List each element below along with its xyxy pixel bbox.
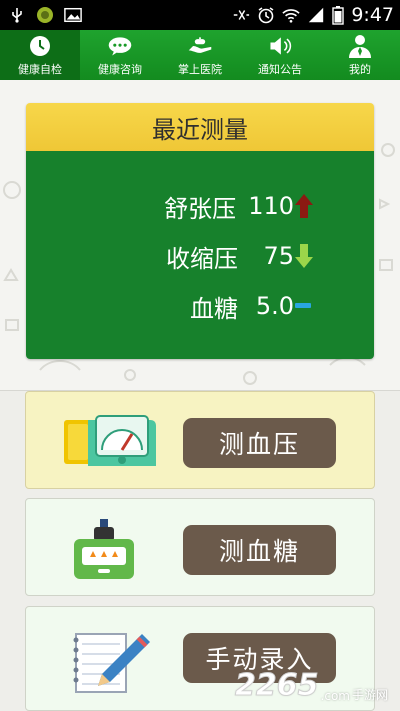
measure-blood-sugar-button[interactable]: 测血糖 [183,525,336,575]
bottom-tab-bar: 健康自检 健康咨询 掌上医院 通知公告 我的 [0,30,400,80]
recent-measurement-body: 舒张压 110 收缩压 75 血糖 5.0 [26,151,374,359]
tab-mobile-hospital[interactable]: 掌上医院 [160,30,240,80]
image-icon [64,7,82,23]
notepad-pencil-icon [73,633,150,693]
app-icon [37,7,53,23]
tab-mine[interactable]: 我的 [320,30,400,80]
speaker-icon [270,36,292,55]
blood-sugar-value: 5.0 [255,292,294,320]
trend-flat-icon [295,303,311,308]
blood-pressure-monitor-icon [64,415,156,466]
blood-sugar-label: 血糖 [190,294,238,323]
glucose-meter-icon [74,519,134,579]
measure-blood-sugar-card[interactable]: 测血糖 [25,498,375,596]
tab-label: 健康自检 [18,62,62,76]
trend-up-icon [295,194,313,218]
blood-sugar-row: 血糖 5.0 [190,289,294,323]
tab-label: 通知公告 [258,62,302,76]
battery-icon [332,6,345,25]
trend-down-icon [295,244,313,268]
hand-pill-icon [188,36,212,53]
diastolic-value: 110 [248,192,294,220]
systolic-value: 75 [263,242,294,270]
person-icon [349,34,371,58]
tab-notice[interactable]: 通知公告 [240,30,320,80]
watermark-text: 手游网 [351,688,388,702]
signal-icon [309,7,324,23]
wifi-icon [282,9,300,23]
clock-time: 9:47 [351,4,394,26]
diastolic-row: 舒张压 110 [164,189,294,223]
diastolic-label: 舒张压 [164,194,237,223]
chat-bubble-icon [108,36,132,56]
usb-icon [12,8,22,23]
tab-label: 健康咨询 [98,62,142,76]
watermark-suffix: .com [320,689,350,703]
mute-icon [234,10,250,20]
status-bar: 9:47 [0,0,400,30]
tab-label: 我的 [349,62,371,76]
tab-health-consult[interactable]: 健康咨询 [80,30,160,80]
systolic-label: 收缩压 [166,244,238,273]
watermark: 2265 .com 手游网 [235,668,388,704]
measure-blood-pressure-button[interactable]: 测血压 [183,418,336,468]
systolic-row: 收缩压 75 [166,239,294,273]
tab-health-selfcheck[interactable]: 健康自检 [0,30,80,80]
recent-measurement-title: 最近测量 [26,103,374,151]
watermark-logo: 2265 [235,668,319,704]
tab-label: 掌上医院 [178,62,222,76]
measure-blood-pressure-card[interactable]: 测血压 [25,391,375,489]
alarm-icon [258,7,274,24]
clock-icon [30,35,50,56]
recent-measurement-card: 最近测量 舒张压 110 收缩压 75 血糖 5.0 [26,103,374,359]
